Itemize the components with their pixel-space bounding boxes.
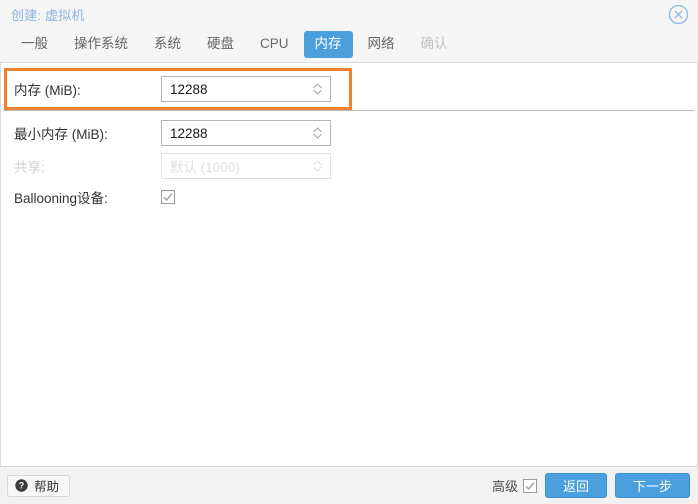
min-memory-input-value: 12288 xyxy=(170,125,208,141)
advanced-label: 高级 xyxy=(491,479,518,494)
question-circle-icon: ? xyxy=(15,479,28,492)
close-icon[interactable] xyxy=(668,4,689,25)
shares-row: 共享: 默认 (1000) xyxy=(1,151,331,181)
memory-spinner-arrows[interactable] xyxy=(310,77,324,101)
wizard-tabbar: 一般 操作系统 系统 硬盘 CPU 内存 网络 确认 xyxy=(0,29,698,62)
min-memory-label: 最小内存 (MiB): xyxy=(14,127,108,142)
tab-disk[interactable]: 硬盘 xyxy=(196,31,245,58)
advanced-checkbox[interactable] xyxy=(522,478,537,493)
tab-network[interactable]: 网络 xyxy=(357,31,406,58)
tab-system[interactable]: 系统 xyxy=(143,31,192,58)
help-button-label: 帮助 xyxy=(34,480,60,494)
tab-confirm: 确认 xyxy=(420,36,448,51)
ballooning-checkbox[interactable] xyxy=(161,190,175,204)
memory-input[interactable]: 12288 xyxy=(161,76,331,102)
create-vm-dialog: 创建: 虚拟机 一般 操作系统 系统 硬盘 CPU 内存 网络 确认 内存 (M… xyxy=(0,0,698,504)
tab-general[interactable]: 一般 xyxy=(10,31,59,58)
svg-text:?: ? xyxy=(19,481,25,491)
shares-spinner-arrows xyxy=(310,154,324,178)
dialog-titlebar: 创建: 虚拟机 xyxy=(0,0,698,29)
dialog-content: 内存 (MiB): 12288 最小内存 (MiB): 12288 共享: 默认… xyxy=(0,62,698,466)
footer-actions: 高级 返回 下一步 xyxy=(492,467,690,504)
ballooning-row: Ballooning设备: xyxy=(1,182,175,212)
dialog-title: 创建: 虚拟机 xyxy=(11,8,85,23)
back-button[interactable]: 返回 xyxy=(544,473,607,498)
tab-memory[interactable]: 内存 xyxy=(303,31,353,58)
shares-label: 共享: xyxy=(14,160,45,175)
help-button[interactable]: ? 帮助 xyxy=(7,474,71,497)
memory-input-value: 12288 xyxy=(170,81,208,97)
min-memory-row: 最小内存 (MiB): 12288 xyxy=(1,118,331,148)
advanced-toggle[interactable]: 高级 xyxy=(492,476,537,495)
dialog-footer: ? 帮助 高级 返回 下一步 xyxy=(0,466,698,504)
tab-cpu[interactable]: CPU xyxy=(249,31,300,58)
shares-input-placeholder: 默认 (1000) xyxy=(170,160,240,175)
ballooning-label: Ballooning设备: xyxy=(14,191,108,206)
min-memory-input[interactable]: 12288 xyxy=(161,120,331,146)
shares-input: 默认 (1000) xyxy=(161,153,331,179)
memory-row: 内存 (MiB): 12288 xyxy=(1,74,331,104)
row-divider xyxy=(4,110,694,111)
tab-os[interactable]: 操作系统 xyxy=(63,31,139,58)
min-memory-spinner-arrows[interactable] xyxy=(310,121,324,145)
memory-label: 内存 (MiB): xyxy=(14,83,81,98)
next-button[interactable]: 下一步 xyxy=(614,473,690,498)
